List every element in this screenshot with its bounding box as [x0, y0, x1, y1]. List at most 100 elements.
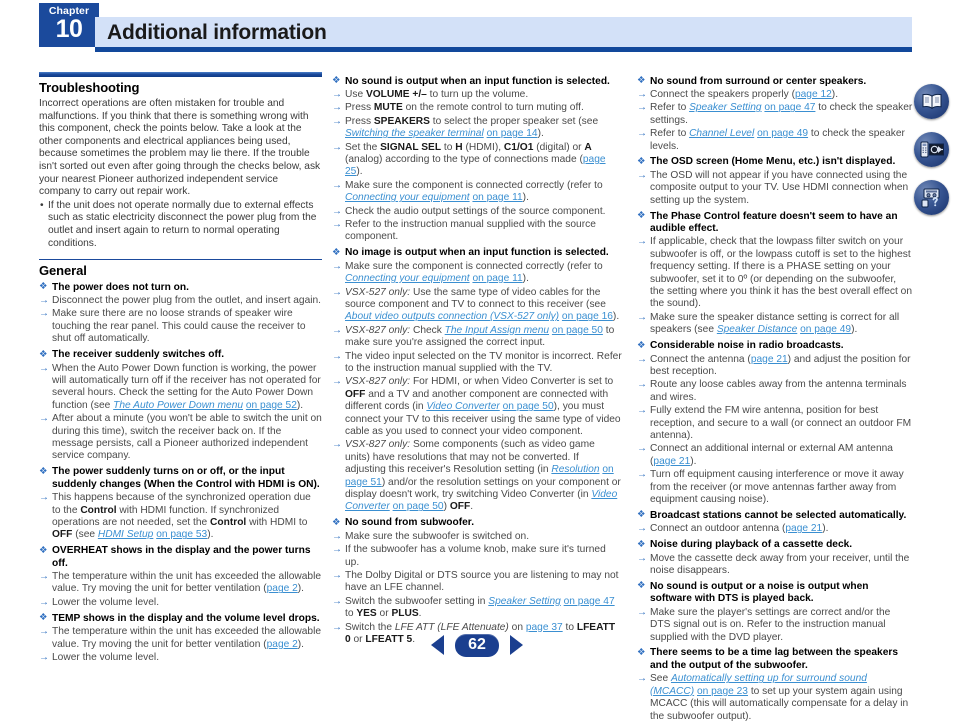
symptom-heading: ❖ The OSD screen (Home Menu, etc.) isn't …	[637, 155, 896, 168]
next-page-button[interactable]	[509, 635, 523, 655]
remedy-item: → Make sure there are no loose strands of…	[39, 308, 306, 345]
arrow-bullet-icon: →	[332, 286, 342, 298]
remedy-item: → Move the cassette deck away from your r…	[637, 552, 910, 577]
arrow-bullet-icon: →	[332, 376, 342, 388]
arrow-bullet-icon: →	[637, 236, 647, 248]
entry-list-middle: ❖ No sound is output when an input functi…	[332, 75, 622, 647]
remedy-item: → VSX-827 only: For HDMI, or when Video C…	[332, 376, 621, 437]
diamond-bullet-icon: ❖	[637, 339, 646, 351]
remedy-item: → Turn off equipment causing interference…	[637, 469, 904, 505]
chapter-number: 10	[55, 15, 83, 43]
remedy-item: → Connect an outdoor antenna (page 21).	[637, 523, 829, 535]
page-number: 62	[455, 633, 499, 657]
remedy-item: → The Dolby Digital or DTS source you are…	[332, 569, 619, 594]
diamond-bullet-icon: ❖	[637, 538, 646, 550]
arrow-bullet-icon: →	[637, 128, 647, 140]
arrow-bullet-icon: →	[637, 552, 647, 564]
remedy-item: → This happens because of the synchronize…	[39, 492, 311, 541]
remedy-item: → If the subwoofer has a volume knob, mak…	[332, 544, 606, 568]
column-right: ❖ No sound from surround or center speake…	[637, 72, 913, 723]
intro-bullet-item: If the unit does not operate normally du…	[39, 200, 322, 250]
subsection-rule-thin	[39, 259, 322, 261]
remedy-item: → Lower the volume level.	[39, 596, 160, 608]
remedy-item: → Check the audio output settings of the …	[332, 205, 606, 217]
subsection-heading-general: General	[39, 263, 87, 279]
arrow-bullet-icon: →	[39, 362, 49, 374]
remedy-item: → Make sure the component is connected co…	[332, 260, 603, 285]
remedy-item: → Press SPEAKERS to select the proper spe…	[332, 115, 599, 140]
remedy-item: → Switch the subwoofer setting in Speaker…	[332, 595, 615, 620]
arrow-bullet-icon: →	[637, 405, 647, 417]
remedy-item: → Connect the antenna (page 21) and adjus…	[637, 353, 911, 377]
remedy-item: → Refer to the instruction manual supplie…	[332, 218, 596, 243]
chapter-badge: Chapter 10	[39, 3, 99, 47]
arrow-bullet-icon: →	[637, 169, 647, 181]
arrow-bullet-icon: →	[637, 311, 647, 323]
arrow-bullet-icon: →	[637, 523, 647, 535]
arrow-bullet-icon: →	[637, 353, 647, 365]
diamond-bullet-icon: ❖	[39, 465, 48, 477]
diamond-bullet-icon: ❖	[39, 281, 48, 293]
remedy-item: → Press MUTE on the remote control to tur…	[332, 102, 584, 114]
remedy-item: → Make sure the subwoofer is switched on.	[332, 530, 530, 542]
symptom-heading: ❖ No sound is output when an input functi…	[332, 75, 610, 87]
arrow-bullet-icon: →	[332, 260, 342, 272]
arrow-bullet-icon: →	[637, 102, 647, 114]
symptom-heading: ❖ Noise during playback of a cassette dec…	[637, 538, 853, 551]
arrow-bullet-icon: →	[637, 606, 647, 618]
arrow-bullet-icon: →	[332, 530, 342, 542]
previous-page-button[interactable]	[431, 635, 445, 655]
arrow-bullet-icon: →	[637, 379, 647, 391]
diamond-bullet-icon: ❖	[637, 580, 646, 592]
diamond-bullet-icon: ❖	[637, 155, 646, 167]
symptom-heading: ❖ OVERHEAT shows in the display and the p…	[39, 544, 311, 569]
symptom-heading: ❖ No image is output when an input functi…	[332, 246, 609, 259]
remedy-item: → When the Auto Power Down function is wo…	[39, 362, 321, 411]
symptom-heading: ❖ The Phase Control feature doesn't seem …	[637, 210, 898, 234]
symptom-heading: ❖ Considerable noise in radio broadcasts.	[637, 339, 844, 352]
diamond-bullet-icon: ❖	[637, 75, 646, 86]
remedy-item: → Set the SIGNAL SEL to H (HDMI), C1/O1 (…	[332, 141, 606, 178]
remedy-item: → See Automatically setting up for surrou…	[637, 673, 909, 722]
symptom-heading: ❖ TEMP shows in the display and the volum…	[39, 612, 320, 624]
arrow-bullet-icon: →	[332, 115, 342, 127]
side-icon-bar	[914, 84, 952, 228]
section-rule-thick	[39, 72, 322, 77]
arrow-bullet-icon: →	[39, 308, 49, 320]
arrow-bullet-icon: →	[332, 350, 342, 362]
symptom-heading: ❖ Broadcast stations cannot be selected a…	[637, 509, 907, 521]
symptom-heading: ❖ The power does not turn on.	[39, 281, 189, 293]
arrow-bullet-icon: →	[637, 443, 647, 455]
arrow-bullet-icon: →	[39, 413, 49, 425]
remedy-item: → Make sure the speaker distance setting …	[637, 311, 900, 336]
symptom-heading: ❖ No sound from surround or center speake…	[637, 75, 867, 87]
intro-paragraph: Incorrect operations are often mistaken …	[39, 98, 321, 198]
diamond-bullet-icon: ❖	[39, 348, 48, 360]
arrow-bullet-icon: →	[332, 439, 342, 451]
remedy-item: → Route any loose cables away from the an…	[637, 379, 907, 403]
remedy-item: → After about a minute (you won't be able…	[39, 413, 322, 462]
intro-bullet-list: If the unit does not operate normally du…	[39, 200, 322, 250]
diamond-bullet-icon: ❖	[332, 75, 341, 86]
remedy-item: → Fully extend the FM wire antenna, posit…	[637, 405, 912, 441]
arrow-bullet-icon: →	[332, 595, 342, 607]
diamond-bullet-icon: ❖	[332, 516, 341, 528]
arrow-bullet-icon: →	[332, 544, 342, 556]
arrow-bullet-icon: →	[332, 218, 342, 230]
page-title: Additional information	[107, 21, 327, 44]
diamond-bullet-icon: ❖	[637, 509, 646, 521]
remedy-item: → The OSD will not appear if you have con…	[637, 169, 909, 206]
arrow-bullet-icon: →	[637, 469, 647, 481]
arrow-bullet-icon: →	[39, 596, 49, 608]
symptom-heading: ❖ The receiver suddenly switches off.	[39, 348, 225, 361]
troubleshooting-icon[interactable]	[914, 180, 949, 215]
symptom-heading: ❖ No sound from subwoofer.	[332, 516, 475, 529]
arrow-bullet-icon: →	[332, 569, 342, 581]
arrow-bullet-icon: →	[332, 179, 342, 191]
symptom-heading: ❖ No sound is output or a noise is output…	[637, 580, 869, 605]
book-icon[interactable]	[914, 84, 949, 119]
remote-display-icon[interactable]	[914, 132, 949, 167]
column-middle: ❖ No sound is output when an input functi…	[332, 72, 622, 646]
arrow-bullet-icon: →	[39, 571, 49, 583]
remedy-item: → Refer to Speaker Setting on page 47 to …	[637, 102, 913, 126]
